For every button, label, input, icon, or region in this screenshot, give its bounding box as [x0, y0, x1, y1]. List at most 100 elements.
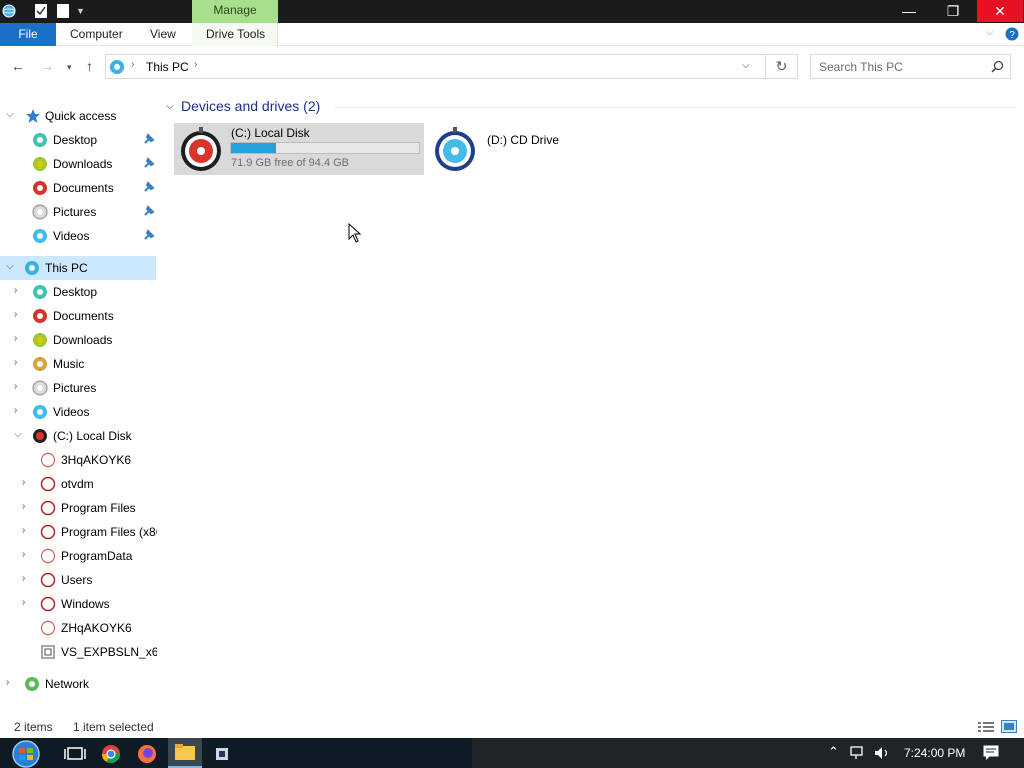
expand-arrow-icon[interactable]: ›	[14, 309, 17, 320]
folder-icon	[40, 572, 56, 588]
nav-pc-pictures[interactable]: › Pictures	[0, 376, 156, 400]
file-icon	[41, 645, 55, 659]
close-button[interactable]: ✕	[977, 0, 1023, 22]
pin-icon[interactable]	[142, 156, 156, 170]
volume-icon[interactable]	[874, 746, 892, 760]
expand-arrow-icon[interactable]: ›	[22, 477, 25, 488]
nav-label: Quick access	[45, 109, 117, 123]
large-icons-view-icon[interactable]	[1001, 720, 1017, 733]
tab-computer[interactable]: Computer	[70, 23, 123, 46]
nav-pc-videos[interactable]: › Videos	[0, 400, 156, 424]
drive-name: (D:) CD Drive	[487, 133, 559, 147]
nav-quick-access[interactable]: ⌵ Quick access	[0, 104, 156, 128]
search-input[interactable]	[811, 55, 986, 78]
new-folder-icon[interactable]	[56, 3, 70, 19]
nav-quick-videos[interactable]: Videos	[0, 224, 156, 248]
network-tray-icon[interactable]	[850, 746, 868, 760]
drive-c-tile[interactable]: (C:) Local Disk 71.9 GB free of 94.4 GB	[174, 123, 424, 175]
taskbar-clock[interactable]: 7:24:00 PM	[904, 746, 965, 760]
network-icon	[25, 677, 39, 691]
expand-ribbon-icon[interactable]: ⌵	[986, 27, 994, 38]
address-bar[interactable]: › This PC › ⌵	[105, 54, 766, 79]
nav-network[interactable]: › Network	[0, 672, 156, 696]
collapse-arrow-icon[interactable]: ⌵	[14, 429, 22, 440]
expand-arrow-icon[interactable]: ›	[14, 285, 17, 296]
app-icon[interactable]	[209, 742, 235, 766]
nav-c-3hqakoyk6[interactable]: 3HqAKOYK6	[0, 448, 156, 472]
firefox-icon[interactable]	[134, 742, 160, 766]
nav-pc-desktop[interactable]: › Desktop	[0, 280, 156, 304]
nav-pc-local-disk[interactable]: ⌵ (C:) Local Disk	[0, 424, 156, 448]
drive-name: (C:) Local Disk	[231, 126, 310, 140]
details-view-icon[interactable]	[978, 721, 994, 733]
expand-arrow-icon[interactable]: ›	[14, 381, 17, 392]
tab-view[interactable]: View	[150, 23, 176, 46]
breadcrumb-chevron-icon[interactable]: ›	[194, 59, 197, 70]
desktop-icon	[33, 285, 47, 299]
collapse-arrow-icon[interactable]: ⌵	[6, 109, 14, 120]
folder-icon	[41, 453, 55, 467]
tab-file[interactable]: File	[0, 23, 56, 46]
nav-c-users[interactable]: › Users	[0, 568, 156, 592]
nav-quick-downloads[interactable]: Downloads	[0, 152, 156, 176]
context-tab-manage[interactable]: Manage	[192, 0, 278, 23]
nav-quick-documents[interactable]: Documents	[0, 176, 156, 200]
refresh-button[interactable]: ↻	[766, 54, 798, 79]
help-icon[interactable]: ?	[1005, 27, 1019, 41]
action-center-icon[interactable]	[983, 745, 999, 760]
show-hidden-icons-icon[interactable]: ⌃	[828, 744, 839, 760]
nav-c-program-files[interactable]: › Program Files	[0, 496, 156, 520]
chrome-icon[interactable]	[98, 742, 124, 766]
task-view-icon[interactable]	[62, 742, 88, 766]
nav-c-program-files-x86[interactable]: › Program Files (x86	[0, 520, 157, 544]
nav-pc-music[interactable]: › Music	[0, 352, 156, 376]
nav-pc-documents[interactable]: › Documents	[0, 304, 156, 328]
up-icon[interactable]: ↑	[86, 58, 93, 74]
nav-this-pc[interactable]: ⌵ This PC	[0, 256, 156, 280]
expand-arrow-icon[interactable]: ›	[22, 525, 25, 536]
pictures-icon	[32, 380, 48, 396]
breadcrumb-this-pc[interactable]: This PC	[146, 60, 189, 74]
nav-pc-downloads[interactable]: › Downloads	[0, 328, 156, 352]
nav-c-programdata[interactable]: › ProgramData	[0, 544, 156, 568]
maximize-button[interactable]: ❐	[930, 0, 976, 22]
this-pc-icon	[110, 60, 124, 74]
pin-icon[interactable]	[142, 204, 156, 218]
nav-c-otvdm[interactable]: › otvdm	[0, 472, 156, 496]
status-item-count: 2 items	[14, 720, 53, 734]
pin-icon[interactable]	[142, 132, 156, 146]
properties-icon[interactable]	[34, 3, 48, 19]
search-box[interactable]	[810, 54, 1011, 79]
nav-quick-pictures[interactable]: Pictures	[0, 200, 156, 224]
drive-d-tile[interactable]: (D:) CD Drive	[430, 123, 630, 175]
nav-c-vs-expbsln[interactable]: VS_EXPBSLN_x64_	[0, 640, 157, 664]
pin-icon[interactable]	[142, 180, 156, 194]
group-collapse-icon[interactable]: ⌵	[166, 101, 174, 112]
pin-icon[interactable]	[142, 228, 156, 242]
recent-locations-icon[interactable]: ▾	[67, 62, 72, 73]
address-dropdown-icon[interactable]: ⌵	[742, 60, 750, 71]
collapse-arrow-icon[interactable]: ⌵	[6, 261, 14, 272]
taskbar-explorer-active[interactable]	[168, 738, 202, 768]
forward-icon[interactable]: →	[40, 58, 54, 74]
minimize-button[interactable]: —	[886, 0, 932, 22]
expand-arrow-icon[interactable]: ›	[22, 501, 25, 512]
expand-arrow-icon[interactable]: ›	[22, 597, 25, 608]
this-pc-icon	[25, 261, 39, 275]
nav-c-zhqakoyk6[interactable]: ZHqAKOYK6	[0, 616, 156, 640]
expand-arrow-icon[interactable]: ›	[22, 573, 25, 584]
nav-label: otvdm	[61, 477, 94, 491]
expand-arrow-icon[interactable]: ›	[14, 333, 17, 344]
back-icon[interactable]: ←	[11, 58, 25, 74]
nav-c-windows[interactable]: › Windows	[0, 592, 156, 616]
group-header-devices[interactable]: Devices and drives (2)	[181, 98, 320, 114]
expand-arrow-icon[interactable]: ›	[14, 357, 17, 368]
search-icon[interactable]	[991, 60, 1004, 73]
start-button-icon[interactable]	[8, 739, 44, 768]
expand-arrow-icon[interactable]: ›	[22, 549, 25, 560]
nav-quick-desktop[interactable]: Desktop	[0, 128, 156, 152]
expand-arrow-icon[interactable]: ›	[6, 677, 9, 688]
tab-drive-tools[interactable]: Drive Tools	[206, 23, 265, 46]
expand-arrow-icon[interactable]: ›	[14, 405, 17, 416]
customize-toolbar-icon[interactable]: ▼	[76, 6, 90, 22]
